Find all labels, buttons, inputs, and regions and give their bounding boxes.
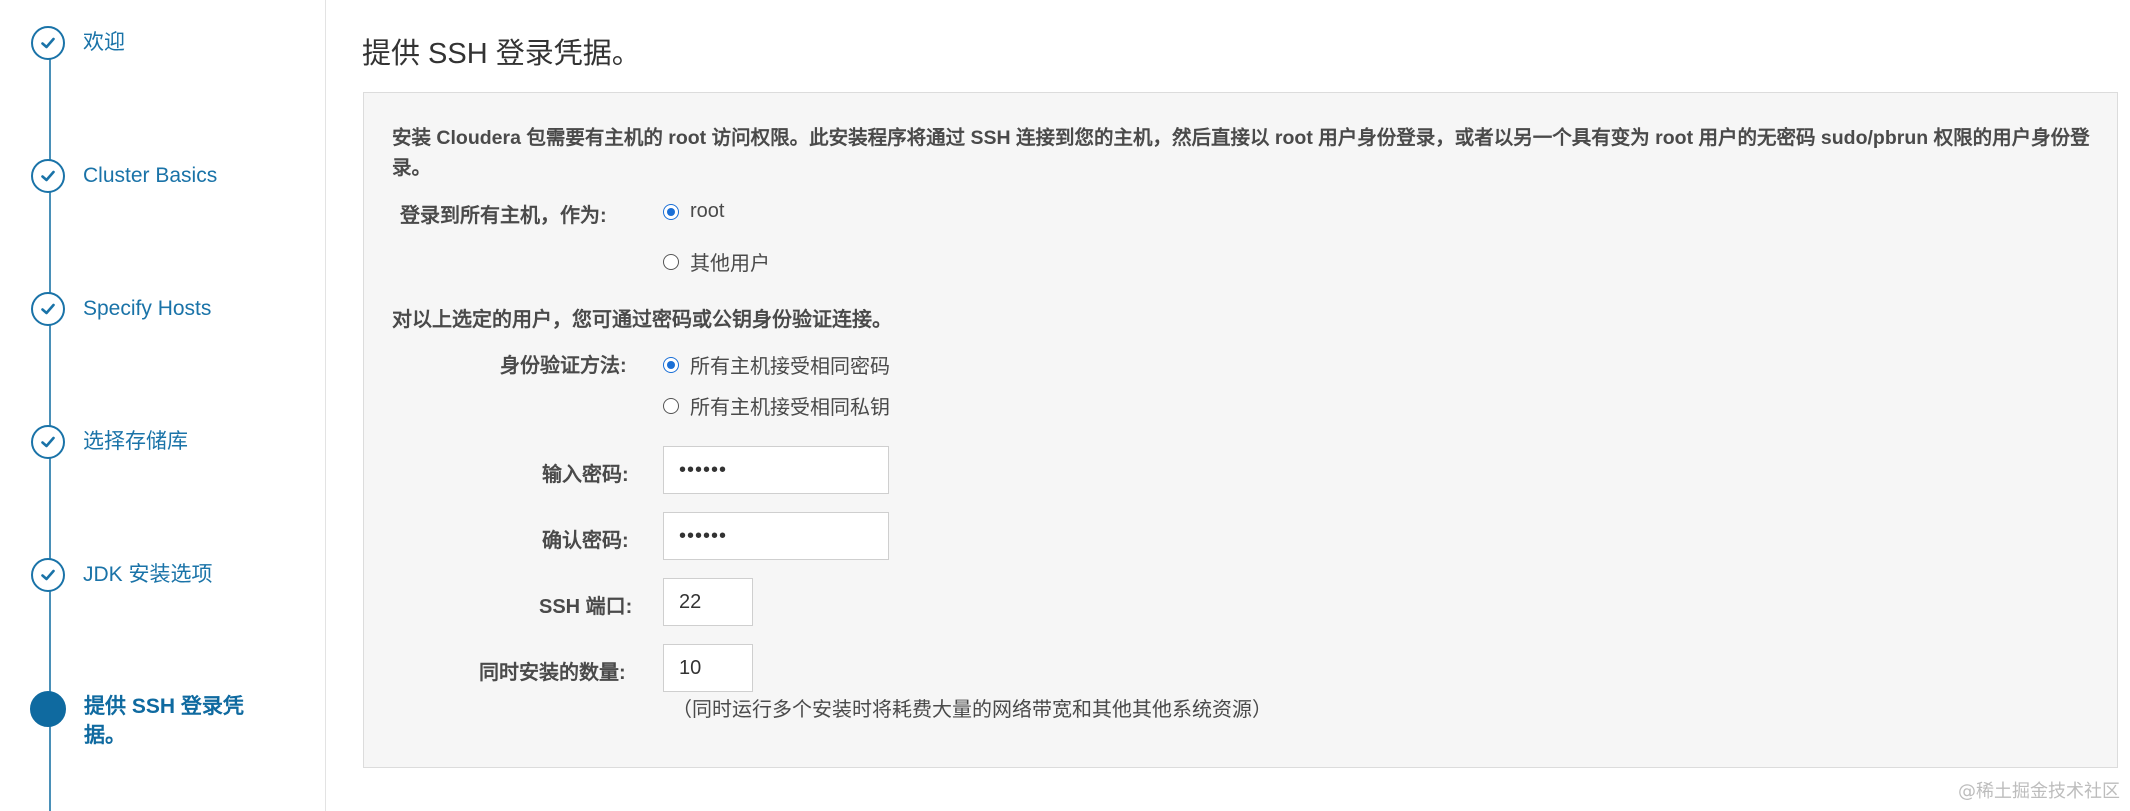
check-icon <box>31 292 65 326</box>
watermark: @稀土掘金技术社区 <box>1958 781 2120 802</box>
radio-label: 所有主机接受相同私钥 <box>690 397 890 419</box>
radio-unchecked-icon <box>663 253 679 270</box>
login-as-label: 登录到所有主机，作为: <box>400 205 607 227</box>
step-specify-hosts[interactable]: Specify Hosts <box>31 292 211 326</box>
password-input[interactable] <box>663 446 889 494</box>
step-label: 欢迎 <box>83 31 125 54</box>
radio-checked-icon <box>663 203 679 220</box>
step-cluster-basics[interactable]: Cluster Basics <box>31 159 217 193</box>
check-icon <box>31 159 65 193</box>
ssh-port-label: SSH 端口: <box>539 596 633 618</box>
step-jdk-options[interactable]: JDK 安装选项 <box>31 558 213 592</box>
step-label: Cluster Basics <box>83 164 218 187</box>
parallel-installs-hint: （同时运行多个安装时将耗费大量的网络带宽和其他其他系统资源） <box>672 699 1272 721</box>
radio-checked-icon <box>663 356 679 373</box>
auth-same-private-key-radio[interactable]: 所有主机接受相同私钥 <box>663 391 890 420</box>
ssh-port-input[interactable] <box>663 578 753 626</box>
auth-same-password-radio[interactable]: 所有主机接受相同密码 <box>663 350 890 379</box>
page-root: 欢迎 Cluster Basics Specify Hosts 选择存储库 JD <box>0 0 2130 811</box>
auth-method-label: 身份验证方法: <box>500 355 627 377</box>
step-ssh-credentials[interactable]: 提供 SSH 登录凭据。 <box>30 691 254 750</box>
check-icon <box>31 425 65 459</box>
check-icon <box>31 26 65 60</box>
radio-label: 其他用户 <box>690 253 770 275</box>
parallel-installs-label: 同时安装的数量: <box>479 662 626 684</box>
current-step-dot-icon <box>30 691 66 727</box>
step-select-repository[interactable]: 选择存储库 <box>31 425 188 459</box>
check-icon <box>31 558 65 592</box>
radio-unchecked-icon <box>663 397 679 414</box>
login-as-other-user-radio[interactable]: 其他用户 <box>663 247 770 276</box>
login-as-root-radio[interactable]: root <box>663 200 724 223</box>
step-label: 选择存储库 <box>83 430 188 453</box>
radio-label: 所有主机接受相同密码 <box>690 356 890 378</box>
auth-heading: 对以上选定的用户，您可通过密码或公钥身份验证连接。 <box>392 309 892 331</box>
wizard-sidebar: 欢迎 Cluster Basics Specify Hosts 选择存储库 JD <box>0 0 326 811</box>
step-welcome[interactable]: 欢迎 <box>31 26 125 60</box>
intro-text: 安装 Cloudera 包需要有主机的 root 访问权限。此安装程序将通过 S… <box>392 127 2090 179</box>
page-title: 提供 SSH 登录凭据。 <box>362 38 641 70</box>
parallel-installs-input[interactable] <box>663 644 753 692</box>
ssh-credentials-panel: 安装 Cloudera 包需要有主机的 root 访问权限。此安装程序将通过 S… <box>363 92 2118 768</box>
step-label: JDK 安装选项 <box>83 563 213 586</box>
confirm-password-label: 确认密码: <box>542 530 629 552</box>
password-label: 输入密码: <box>542 464 629 486</box>
step-label-current: 提供 SSH 登录凭据。 <box>84 695 244 747</box>
confirm-password-input[interactable] <box>663 512 889 560</box>
radio-label: root <box>690 200 725 222</box>
step-label: Specify Hosts <box>83 297 212 320</box>
